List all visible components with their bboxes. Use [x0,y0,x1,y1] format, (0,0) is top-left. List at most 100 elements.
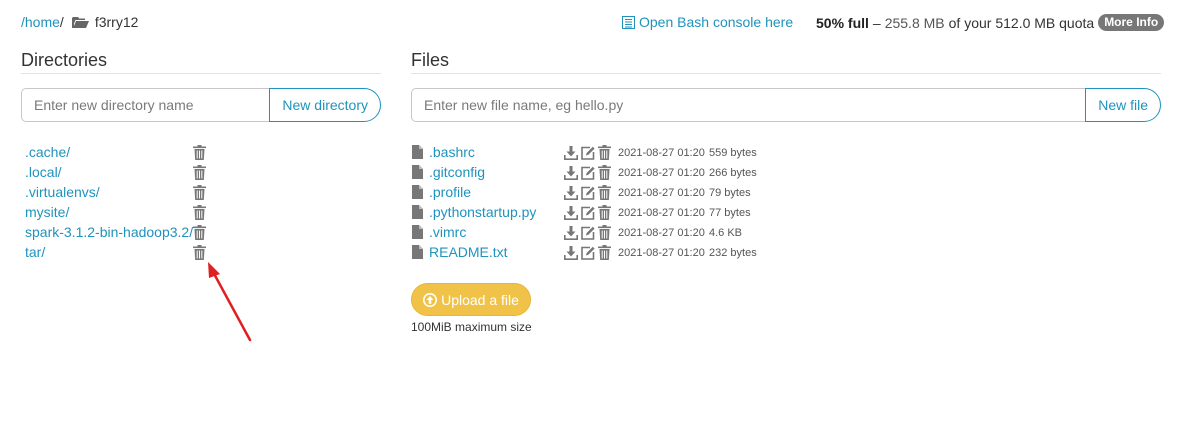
files-divider [411,73,1161,74]
directory-link[interactable]: tar/ [25,244,45,260]
file-link[interactable]: .gitconfig [429,164,485,180]
list-item: tar/ [25,242,225,262]
file-date: 2021-08-27 01:20 [618,187,705,199]
download-icon[interactable] [564,245,578,260]
disk-quota: 50% full – 255.8 MB of your 512.0 MB quo… [816,14,1165,31]
breadcrumb-separator: / [59,14,64,30]
file-size: 77 bytes [709,207,751,219]
directory-link[interactable]: mysite/ [25,204,69,220]
file-link[interactable]: .vimrc [429,224,466,240]
file-date: 2021-08-27 01:20 [618,247,705,259]
new-directory-form: New directory [21,88,381,122]
trash-icon[interactable] [598,225,611,240]
trash-icon[interactable] [598,205,611,220]
file-list: .bashrc 2021-08-27 01:20 559 bytes .gitc… [412,142,812,262]
trash-icon[interactable] [598,185,611,200]
directory-link[interactable]: .cache/ [25,144,70,160]
new-file-button[interactable]: New file [1085,88,1161,122]
directory-link[interactable]: spark-3.1.2-bin-hadoop3.2/ [25,224,193,240]
trash-icon[interactable] [598,245,611,260]
upload-file-button[interactable]: Upload a file [411,283,531,316]
trash-icon[interactable] [193,165,206,180]
list-item: .local/ [25,162,225,182]
edit-icon[interactable] [581,146,595,160]
edit-icon[interactable] [581,206,595,220]
breadcrumb: /home / f3rry12 [21,14,138,30]
trash-icon[interactable] [193,145,206,160]
file-icon [412,165,423,179]
file-link[interactable]: README.txt [429,244,508,260]
edit-icon[interactable] [581,226,595,240]
list-item: mysite/ [25,202,225,222]
trash-icon[interactable] [193,225,206,240]
list-item: README.txt 2021-08-27 01:20 232 bytes [412,242,812,262]
file-date: 2021-08-27 01:20 [618,147,705,159]
file-size: 559 bytes [709,147,757,159]
edit-icon[interactable] [581,246,595,260]
file-date: 2021-08-27 01:20 [618,207,705,219]
folder-open-icon [71,16,89,28]
quota-percent: 50% full [816,14,869,31]
file-size: 266 bytes [709,167,757,179]
edit-icon[interactable] [581,166,595,180]
download-icon[interactable] [564,185,578,200]
list-item: .pythonstartup.py 2021-08-27 01:20 77 by… [412,202,812,222]
list-item: .virtualenvs/ [25,182,225,202]
file-size: 4.6 KB [709,227,743,239]
file-link[interactable]: .bashrc [429,144,475,160]
directory-link[interactable]: .virtualenvs/ [25,184,100,200]
file-actions [564,165,611,180]
file-date: 2021-08-27 01:20 [618,227,705,239]
list-item: spark-3.1.2-bin-hadoop3.2/ [25,222,225,242]
file-size: 79 bytes [709,187,751,199]
list-item: .vimrc 2021-08-27 01:20 4.6 KB [412,222,812,242]
file-size: 232 bytes [709,247,757,259]
open-bash-console-link[interactable]: Open Bash console here [622,14,793,30]
file-icon [412,205,423,219]
file-actions [564,185,611,200]
new-file-input[interactable] [411,88,1086,122]
file-date: 2021-08-27 01:20 [618,167,705,179]
breadcrumb-current-folder: f3rry12 [94,14,139,30]
quota-used: 255.8 MB [884,14,945,31]
file-icon [412,245,423,259]
trash-icon[interactable] [598,165,611,180]
download-icon[interactable] [564,225,578,240]
download-icon[interactable] [564,205,578,220]
directory-list: .cache/ .local/ .virtualenvs/ mysite/ sp… [25,142,225,262]
files-heading: Files [411,50,450,70]
file-actions [564,205,611,220]
breadcrumb-home-link[interactable]: /home [21,14,60,30]
file-actions [564,245,611,260]
trash-icon[interactable] [193,245,206,260]
edit-icon[interactable] [581,186,595,200]
file-icon [412,185,423,199]
list-item: .cache/ [25,142,225,162]
upload-file-label: Upload a file [441,291,519,308]
file-icon [412,225,423,239]
directory-link[interactable]: .local/ [25,164,62,180]
file-link[interactable]: .pythonstartup.py [429,204,536,220]
new-file-form: New file [411,88,1161,122]
list-item: .bashrc 2021-08-27 01:20 559 bytes [412,142,812,162]
trash-icon[interactable] [193,185,206,200]
quota-dash: – [872,14,881,31]
annotation-arrow-icon [208,262,252,342]
open-bash-console-label: Open Bash console here [639,14,794,30]
download-icon[interactable] [564,145,578,160]
file-actions [564,225,611,240]
upload-circle-icon [423,292,438,307]
trash-icon[interactable] [598,145,611,160]
console-icon [622,15,635,29]
directories-heading: Directories [21,50,108,70]
trash-icon[interactable] [193,205,206,220]
file-icon [412,145,423,159]
list-item: .profile 2021-08-27 01:20 79 bytes [412,182,812,202]
file-link[interactable]: .profile [429,184,471,200]
new-directory-button[interactable]: New directory [269,88,381,122]
new-directory-input[interactable] [21,88,270,122]
download-icon[interactable] [564,165,578,180]
file-actions [564,145,611,160]
more-info-badge[interactable]: More Info [1098,14,1165,31]
directories-divider [21,73,381,74]
